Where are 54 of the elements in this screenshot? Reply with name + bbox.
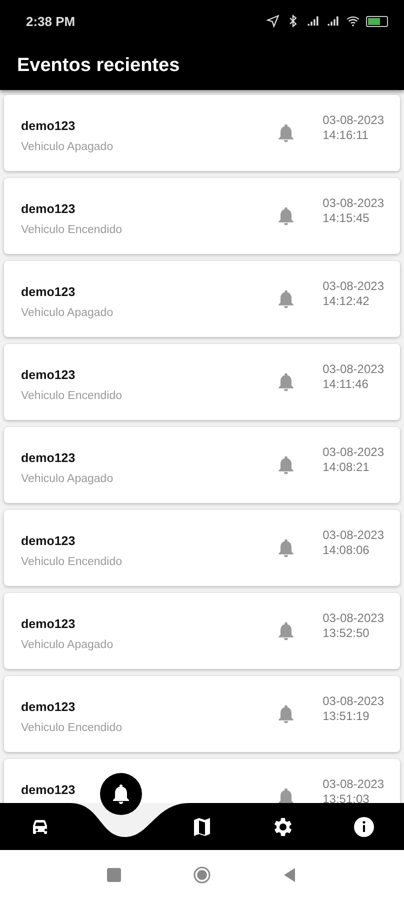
event-time: 14:16:11 (322, 128, 370, 143)
event-card[interactable]: demo123 Vehiculo Encendido 03-08-2023 14:08:06 (4, 510, 400, 586)
wifi-icon (346, 14, 360, 28)
event-date: 03-08-2023 (322, 611, 384, 626)
home-button[interactable] (193, 866, 211, 884)
event-date: 03-08-2023 (322, 113, 384, 128)
event-time: 13:51:19 (322, 709, 370, 724)
signal-icon (306, 14, 320, 28)
event-date: 03-08-2023 (322, 445, 384, 460)
event-card[interactable]: demo123 Vehiculo Apagado 03-08-2023 14:12:42 (4, 261, 400, 337)
battery-icon (366, 16, 388, 26)
device-name: demo123 (21, 534, 76, 548)
info-icon (352, 814, 376, 838)
event-description: Vehiculo Apagado (21, 307, 114, 319)
event-description: Vehiculo Apagado (21, 639, 114, 651)
event-time: 14:11:46 (322, 377, 370, 392)
event-description: Vehiculo Encendido (21, 722, 122, 734)
event-date: 03-08-2023 (322, 777, 384, 792)
event-description: Vehiculo Encendido (21, 224, 122, 236)
event-card[interactable]: demo123 Vehiculo Apagado 03-08-2023 13:52:50 (4, 593, 400, 669)
event-description: Vehiculo Encendido (21, 390, 122, 402)
event-date: 03-08-2023 (322, 362, 384, 377)
event-card[interactable]: demo123 Vehiculo Apagado 03-08-2023 14:08:21 (4, 427, 400, 503)
device-name: demo123 (21, 617, 76, 631)
event-time: 13:52:50 (322, 626, 370, 641)
event-card[interactable]: demo123 Vehiculo Encendido 03-08-2023 14:11:46 (4, 344, 400, 420)
screen-title: Eventos recientes (17, 55, 180, 77)
event-card[interactable]: demo123 Vehiculo Encendido 03-08-2023 14:15:45 (4, 178, 400, 254)
device-name: demo123 (21, 119, 76, 133)
location-icon (266, 14, 280, 28)
event-description: Vehiculo Encendido (21, 556, 122, 568)
device-name: demo123 (21, 202, 76, 216)
device-name: demo123 (21, 368, 76, 382)
event-time: 14:08:21 (322, 460, 370, 475)
event-time: 13:51:03 (322, 792, 370, 803)
recents-button[interactable] (105, 866, 123, 884)
event-time: 14:08:06 (322, 543, 370, 558)
status-time: 2:38 PM (26, 14, 76, 28)
event-description: Vehiculo Apagado (21, 473, 114, 485)
event-date: 03-08-2023 (322, 694, 384, 709)
event-time: 14:12:42 (322, 294, 370, 309)
device-name: demo123 (21, 285, 76, 299)
event-date: 03-08-2023 (322, 528, 384, 543)
device-name: demo123 (21, 451, 76, 465)
device-name: demo123 (21, 700, 76, 714)
signal-icon (326, 14, 340, 28)
device-name: demo123 (21, 783, 76, 797)
event-description: Vehiculo Apagado (21, 141, 114, 153)
event-date: 03-08-2023 (322, 196, 384, 211)
event-date: 03-08-2023 (322, 279, 384, 294)
event-card[interactable]: demo123 Vehiculo Apagado 03-08-2023 14:16:11 (4, 95, 400, 171)
event-card[interactable]: demo123 Vehiculo Encendido 03-08-2023 13:51:19 (4, 676, 400, 752)
event-card[interactable]: demo123 03-08-2023 13:51:03 (4, 759, 400, 803)
event-time: 14:15:45 (322, 211, 370, 226)
